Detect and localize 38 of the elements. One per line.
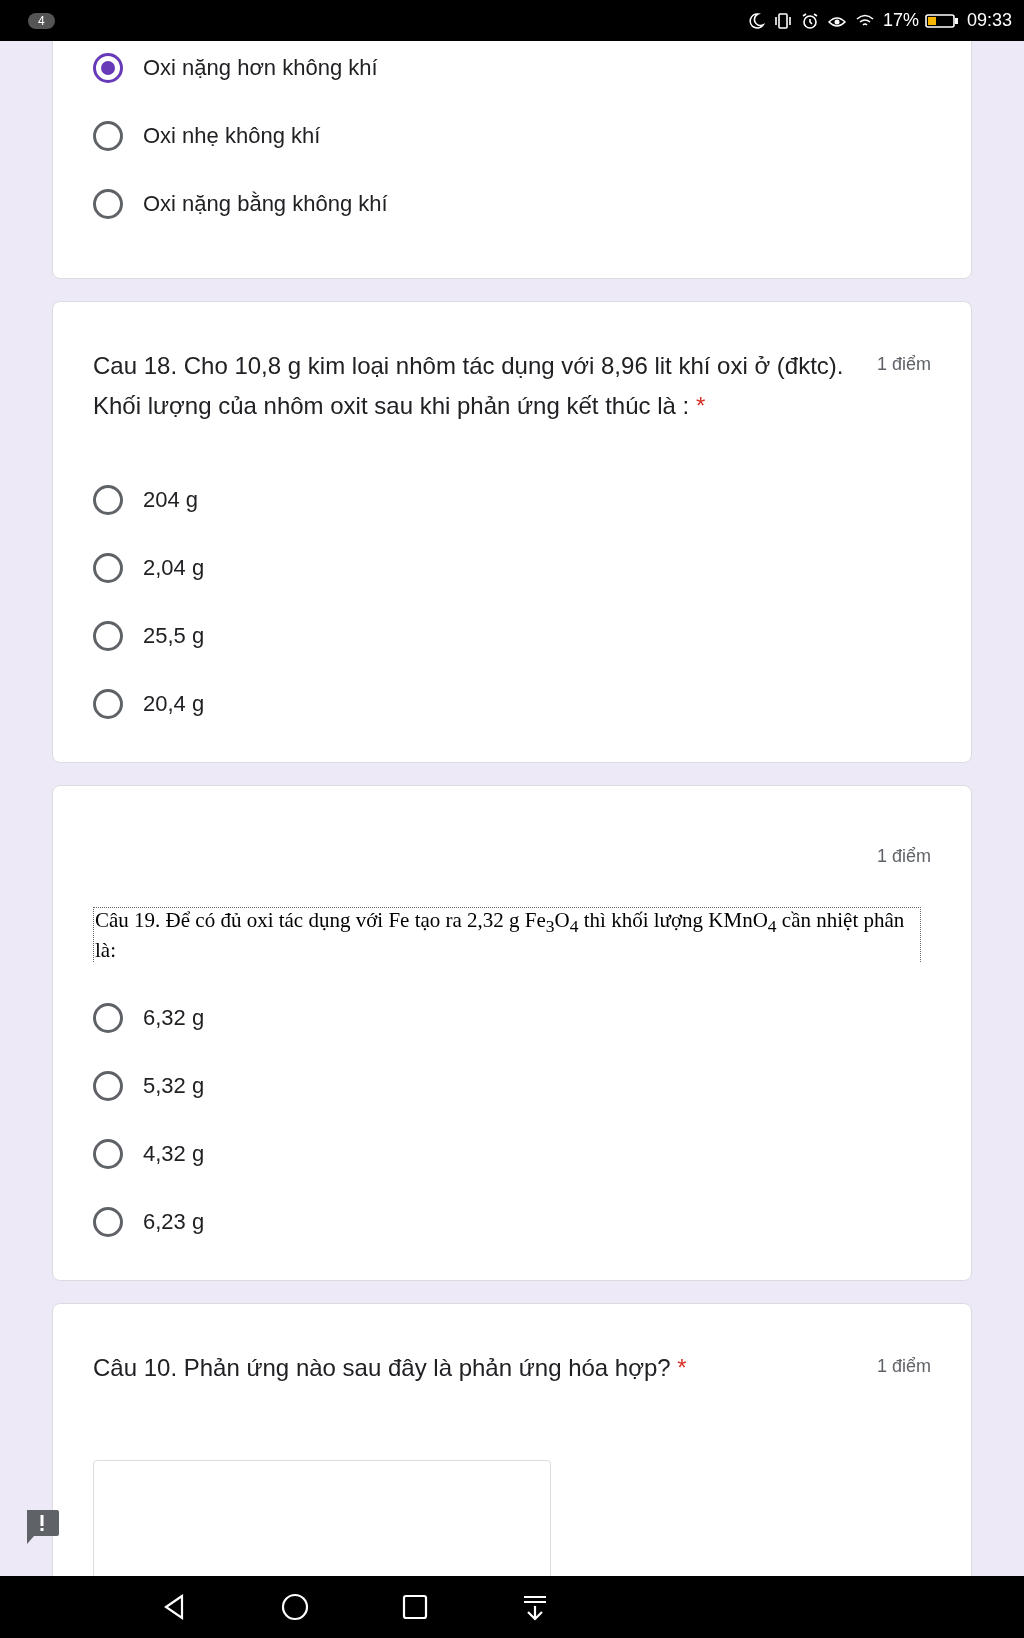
option-label: 4,32 g xyxy=(143,1141,205,1168)
moon-icon xyxy=(746,11,765,30)
clock-time: 09:33 xyxy=(966,10,1012,31)
home-icon[interactable] xyxy=(280,1592,310,1622)
option-label: Oxi nặng hơn không khí xyxy=(143,55,378,81)
option-label: 20,4 g xyxy=(143,691,205,717)
option-label: 2,04 g xyxy=(143,555,205,581)
battery-percent: 17% xyxy=(882,10,919,31)
recents-icon[interactable] xyxy=(400,1592,430,1622)
radio-button[interactable] xyxy=(93,53,123,83)
radio-button[interactable] xyxy=(93,189,123,219)
question-title: Cau 18. Cho 10,8 g kim loại nhôm tác dụng với 8,96 lit khí oxi ở (đktc). Khối lượng của nhôm oxit sau khi phản ứng kết thúc là : * xyxy=(93,351,845,421)
radio-button[interactable] xyxy=(93,553,123,583)
notification-count: 4 xyxy=(28,12,55,29)
alarm-icon xyxy=(800,11,819,30)
radio-button[interactable] xyxy=(93,121,123,151)
option-label: 204 g xyxy=(143,487,199,513)
option-label: Oxi nặng bằng không khí xyxy=(143,191,388,217)
option-label: 5,32 g xyxy=(143,1073,205,1100)
points-label: 1 điểm xyxy=(876,1355,931,1378)
points-label: 1 điểm xyxy=(876,845,931,867)
vibrate-icon xyxy=(772,11,793,30)
radio-button[interactable] xyxy=(93,1139,123,1170)
battery-icon xyxy=(924,12,959,29)
points-label: 1 điểm xyxy=(876,353,931,375)
option-label: 6,23 g xyxy=(143,1209,205,1236)
option-label: Oxi nhẹ không khí xyxy=(143,123,321,149)
feedback-icon[interactable] xyxy=(24,1508,60,1546)
option-label: 6,32 g xyxy=(143,1005,205,1032)
option-label: 25,5 g xyxy=(143,623,205,649)
question-text: Câu 19. Để có đủ oxi tác dụng với Fe tạo ra 2,32 g Fe$_{3}$O$_{4}$ thì khối lượng KMnO$_{4}$ cần nhiệt phân là: xyxy=(93,907,921,963)
question-title: Câu 10. Phản ứng nào sau đây là phản ứng hóa hợp? * xyxy=(93,1353,688,1384)
radio-button[interactable] xyxy=(93,689,123,719)
radio-button[interactable] xyxy=(93,1003,123,1034)
radio-button[interactable] xyxy=(93,485,123,515)
radio-button[interactable] xyxy=(93,1071,123,1102)
radio-button[interactable] xyxy=(93,621,123,651)
radio-button[interactable] xyxy=(93,1207,123,1238)
